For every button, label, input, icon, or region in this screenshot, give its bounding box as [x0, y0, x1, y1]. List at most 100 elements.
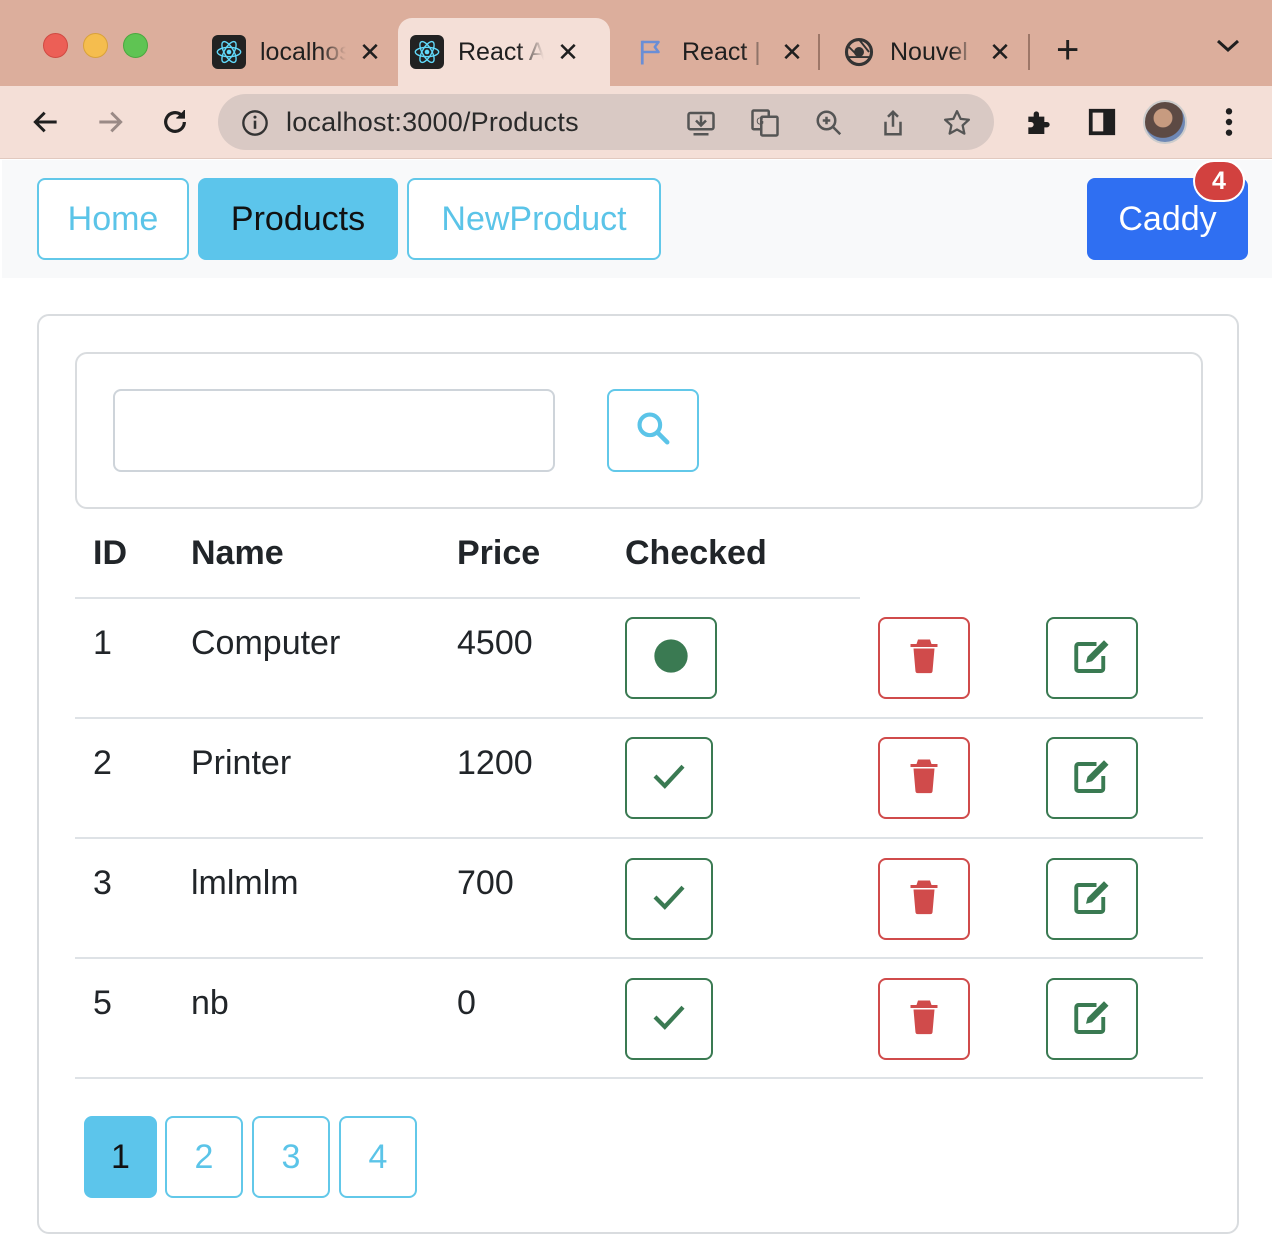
edit-icon — [1072, 879, 1112, 920]
extensions-puzzle-icon[interactable] — [1021, 104, 1057, 140]
bookmark-star-icon[interactable] — [942, 108, 972, 138]
browser-toolbar: localhost:3000/Products G — [0, 86, 1272, 159]
tab-strip: localhost:3000 ✕ React App ✕ React | ✕ N… — [0, 0, 1272, 86]
nav-newproduct-button[interactable]: NewProduct — [407, 178, 661, 260]
product-price: 0 — [457, 984, 476, 1022]
tab-react-docs[interactable]: React | ✕ — [622, 18, 818, 86]
table-row: 2 Printer 1200 — [75, 719, 1203, 839]
reload-icon[interactable] — [157, 104, 193, 140]
tab-search-chevron-icon[interactable] — [1214, 36, 1242, 61]
toggle-checked-button[interactable] — [625, 737, 713, 819]
tab-localhost[interactable]: localhost:3000 ✕ — [200, 18, 398, 86]
nav-products-button[interactable]: Products — [198, 178, 398, 260]
close-window-button[interactable] — [43, 33, 68, 58]
column-header-name: Name — [191, 534, 284, 572]
edit-icon — [1072, 758, 1112, 799]
caddy-count-badge: 4 — [1193, 160, 1245, 202]
kebab-menu-icon[interactable] — [1211, 104, 1247, 140]
products-card: ID Name Price Checked 1 Computer 4500 2 … — [37, 314, 1239, 1234]
close-tab-icon[interactable]: ✕ — [356, 39, 384, 65]
check-icon — [652, 762, 686, 795]
page-button-1[interactable]: 1 — [84, 1116, 157, 1198]
info-icon[interactable] — [240, 108, 270, 138]
toggle-checked-button[interactable] — [625, 858, 713, 940]
product-name: Computer — [191, 624, 341, 662]
circle-icon — [651, 636, 691, 681]
edit-button[interactable] — [1046, 978, 1138, 1060]
flag-icon — [634, 35, 668, 69]
product-id: 2 — [93, 744, 112, 782]
tab-new-tab[interactable]: Nouvel onglet ✕ — [830, 18, 1026, 86]
product-name: nb — [191, 984, 229, 1022]
table-row: 5 nb 0 — [75, 959, 1203, 1079]
delete-button[interactable] — [878, 737, 970, 819]
product-price: 1200 — [457, 744, 533, 782]
profile-avatar[interactable] — [1143, 100, 1187, 144]
product-price: 4500 — [457, 624, 533, 662]
trash-icon — [908, 999, 940, 1040]
translate-icon[interactable]: G — [750, 108, 780, 138]
browser-window: { "browser": { "tabs": [ {"title": "loca… — [0, 0, 1272, 1248]
search-input[interactable] — [113, 389, 555, 472]
delete-button[interactable] — [878, 617, 970, 699]
tab-separator — [1028, 34, 1030, 70]
minimize-window-button[interactable] — [83, 33, 108, 58]
toggle-checked-button[interactable] — [625, 617, 717, 699]
close-tab-icon[interactable]: ✕ — [986, 39, 1014, 65]
back-arrow-icon[interactable] — [28, 104, 64, 140]
side-panel-icon[interactable] — [1084, 104, 1120, 140]
trash-icon — [908, 879, 940, 920]
forward-arrow-icon[interactable] — [92, 104, 128, 140]
share-icon[interactable] — [878, 108, 908, 138]
chrome-icon — [842, 35, 876, 69]
trash-icon — [908, 758, 940, 799]
svg-text:G: G — [756, 116, 764, 127]
check-icon — [652, 883, 686, 916]
table-row: 3 lmlmlm 700 — [75, 839, 1203, 959]
product-price: 700 — [457, 864, 514, 902]
url-text: localhost:3000/Products — [286, 107, 579, 137]
edit-button[interactable] — [1046, 617, 1138, 699]
tab-react-app[interactable]: React App ✕ — [398, 18, 610, 86]
column-header-price: Price — [457, 534, 541, 572]
install-app-icon[interactable] — [686, 108, 716, 138]
page-button-2[interactable]: 2 — [165, 1116, 243, 1198]
product-id: 5 — [93, 984, 112, 1022]
column-header-id: ID — [93, 534, 127, 572]
search-form — [75, 352, 1203, 509]
react-icon — [410, 35, 444, 69]
tab-title: React App — [458, 37, 544, 66]
table-row: 1 Computer 4500 — [75, 599, 1203, 719]
product-id: 3 — [93, 864, 112, 902]
tab-separator — [818, 34, 820, 70]
close-tab-icon[interactable]: ✕ — [554, 39, 582, 65]
product-name: lmlmlm — [191, 864, 299, 902]
page-button-4[interactable]: 4 — [339, 1116, 417, 1198]
edit-button[interactable] — [1046, 858, 1138, 940]
address-bar[interactable]: localhost:3000/Products G — [218, 94, 994, 150]
edit-button[interactable] — [1046, 737, 1138, 819]
maximize-window-button[interactable] — [123, 33, 148, 58]
tab-title: Nouvel onglet — [890, 37, 976, 66]
column-header-checked: Checked — [625, 534, 767, 572]
react-icon — [212, 35, 246, 69]
tab-title: localhost:3000 — [260, 37, 346, 66]
tab-title: React | — [682, 37, 761, 66]
toggle-checked-button[interactable] — [625, 978, 713, 1060]
nav-home-button[interactable]: Home — [37, 178, 189, 260]
close-tab-icon[interactable]: ✕ — [778, 39, 806, 65]
search-icon — [634, 409, 672, 452]
edit-icon — [1072, 999, 1112, 1040]
check-icon — [652, 1003, 686, 1036]
edit-icon — [1072, 638, 1112, 679]
zoom-icon[interactable] — [814, 108, 844, 138]
product-id: 1 — [93, 624, 112, 662]
app-navbar: Home Products NewProduct Caddy 4 — [2, 160, 1272, 278]
product-name: Printer — [191, 744, 292, 782]
trash-icon — [908, 638, 940, 679]
new-tab-button[interactable]: + — [1056, 30, 1079, 70]
page-button-3[interactable]: 3 — [252, 1116, 330, 1198]
delete-button[interactable] — [878, 978, 970, 1060]
search-button[interactable] — [607, 389, 699, 472]
delete-button[interactable] — [878, 858, 970, 940]
